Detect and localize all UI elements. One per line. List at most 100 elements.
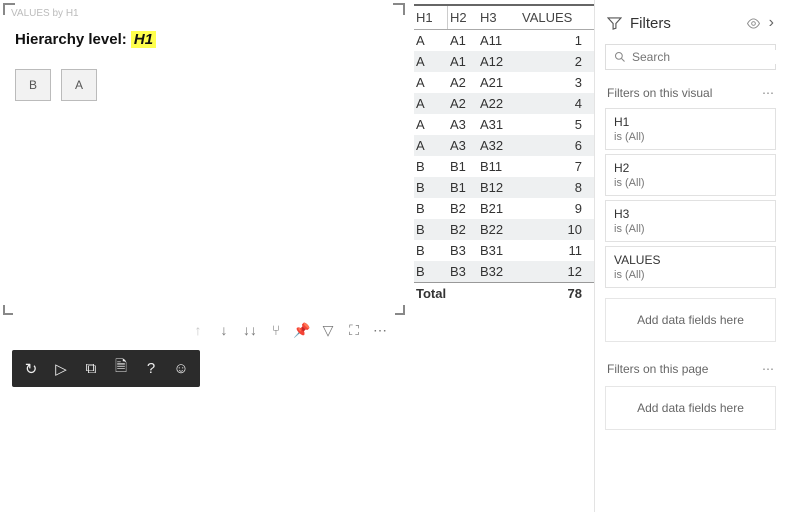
cell-h3: A21 xyxy=(478,72,514,93)
copy-icon[interactable]: ⧉ xyxy=(82,360,100,377)
col-header-h1[interactable]: H1 xyxy=(414,6,448,29)
table-row[interactable]: BB1B128 xyxy=(414,177,594,198)
cell-h1: B xyxy=(414,261,448,282)
help-icon[interactable]: ? xyxy=(142,360,160,377)
table-row[interactable]: AA1A111 xyxy=(414,30,594,51)
cell-h2: A2 xyxy=(448,72,478,93)
cell-h3: A32 xyxy=(478,135,514,156)
cell-h1: B xyxy=(414,240,448,261)
filter-field-state: is (All) xyxy=(614,131,767,143)
cell-h3: B11 xyxy=(478,156,514,177)
filter-card-h3[interactable]: H3 is (All) xyxy=(605,200,776,242)
drill-up-icon: ↑ xyxy=(190,322,206,338)
cell-h2: B1 xyxy=(448,156,478,177)
filters-on-visual-label: Filters on this visual xyxy=(607,86,712,100)
table-row[interactable]: BB1B117 xyxy=(414,156,594,177)
play-icon[interactable]: ▷ xyxy=(52,360,70,378)
pin-icon[interactable]: 📌 xyxy=(294,322,310,338)
table-row[interactable]: BB3B3111 xyxy=(414,240,594,261)
cell-h1: A xyxy=(414,51,448,72)
hierarchy-level-label: Hierarchy level: xyxy=(15,31,131,48)
cell-h1: A xyxy=(414,30,448,51)
col-header-values[interactable]: VALUES xyxy=(514,6,594,29)
table-row[interactable]: AA3A326 xyxy=(414,135,594,156)
table-row[interactable]: AA2A224 xyxy=(414,93,594,114)
slicer-buttons: BA xyxy=(15,69,393,101)
slicer-button-b[interactable]: B xyxy=(15,69,51,101)
cell-h1: A xyxy=(414,114,448,135)
floating-toolbar: ↻ ▷ ⧉ 🗎? ☺ xyxy=(12,350,200,387)
visual-container[interactable]: VALUES by H1 Hierarchy level: H1 BA xyxy=(4,4,404,314)
fork-icon[interactable]: ⑂ xyxy=(268,322,284,338)
cell-value: 11 xyxy=(514,240,594,261)
cell-value: 2 xyxy=(514,51,594,72)
filter-field-name: H3 xyxy=(614,207,767,221)
cell-h2: A1 xyxy=(448,30,478,51)
cell-h2: B1 xyxy=(448,177,478,198)
filter-field-name: H1 xyxy=(614,115,767,129)
cell-h1: A xyxy=(414,135,448,156)
refresh-icon[interactable]: ↻ xyxy=(22,360,40,378)
cell-h3: A31 xyxy=(478,114,514,135)
filter-field-name: H2 xyxy=(614,161,767,175)
table-row[interactable]: BB2B219 xyxy=(414,198,594,219)
eye-icon[interactable] xyxy=(746,18,761,29)
new-page-icon[interactable]: 🗎 xyxy=(112,356,130,381)
data-table: H1 H2 H3 VALUES AA1A111AA1A122AA2A213AA2… xyxy=(414,4,594,304)
filter-field-state: is (All) xyxy=(614,269,767,281)
cell-h3: B22 xyxy=(478,219,514,240)
cell-h2: A3 xyxy=(448,114,478,135)
cell-h2: B3 xyxy=(448,240,478,261)
section-more-icon[interactable]: ⋯ xyxy=(762,86,774,100)
table-row[interactable]: AA3A315 xyxy=(414,114,594,135)
filter-field-state: is (All) xyxy=(614,177,767,189)
search-icon xyxy=(614,51,626,63)
cell-h3: A22 xyxy=(478,93,514,114)
col-header-h3[interactable]: H3 xyxy=(478,6,514,29)
table-row[interactable]: BB2B2210 xyxy=(414,219,594,240)
cell-h2: B2 xyxy=(448,219,478,240)
filters-search[interactable] xyxy=(605,44,776,70)
cell-h2: A3 xyxy=(448,135,478,156)
visual-toolbar: ↑↓↓↓⑂📌▽⛶⋯ xyxy=(190,322,388,338)
table-row[interactable]: BB3B3212 xyxy=(414,261,594,282)
total-value: 78 xyxy=(514,283,594,304)
cell-h1: B xyxy=(414,156,448,177)
cell-h1: A xyxy=(414,93,448,114)
cell-h3: A11 xyxy=(478,30,514,51)
cell-h2: B3 xyxy=(448,261,478,282)
cell-value: 1 xyxy=(514,30,594,51)
cell-h1: B xyxy=(414,177,448,198)
filter-card-h2[interactable]: H2 is (All) xyxy=(605,154,776,196)
page-filter-drop-target[interactable]: Add data fields here xyxy=(605,386,776,430)
collapse-pane-icon[interactable]: › xyxy=(769,14,774,32)
filter-field-state: is (All) xyxy=(614,223,767,235)
visual-title: VALUES by H1 xyxy=(11,8,79,19)
table-row[interactable]: AA1A122 xyxy=(414,51,594,72)
smiley-icon[interactable]: ☺ xyxy=(172,360,190,377)
cell-value: 7 xyxy=(514,156,594,177)
filter-icon[interactable]: ▽ xyxy=(320,322,336,338)
cell-h3: B32 xyxy=(478,261,514,282)
cell-h2: B2 xyxy=(448,198,478,219)
cell-value: 8 xyxy=(514,177,594,198)
table-row[interactable]: AA2A213 xyxy=(414,72,594,93)
slicer-button-a[interactable]: A xyxy=(61,69,97,101)
more-options-icon[interactable]: ⋯ xyxy=(372,322,388,338)
cell-h1: B xyxy=(414,219,448,240)
cell-h2: A1 xyxy=(448,51,478,72)
expand-down-icon[interactable]: ↓↓ xyxy=(242,322,258,338)
cell-value: 9 xyxy=(514,198,594,219)
filters-search-input[interactable] xyxy=(632,50,786,64)
cell-value: 10 xyxy=(514,219,594,240)
drill-down-icon[interactable]: ↓ xyxy=(216,322,232,338)
col-header-h2[interactable]: H2 xyxy=(448,6,478,29)
filter-card-h1[interactable]: H1 is (All) xyxy=(605,108,776,150)
visual-filter-drop-target[interactable]: Add data fields here xyxy=(605,298,776,342)
focus-mode-icon[interactable]: ⛶ xyxy=(346,322,362,338)
cell-value: 4 xyxy=(514,93,594,114)
cell-h3: A12 xyxy=(478,51,514,72)
filters-pane: Filters › Filters on this visual ⋯ H1is … xyxy=(594,0,786,512)
filter-card-values[interactable]: VALUESis (All) xyxy=(605,246,776,288)
section-more-icon[interactable]: ⋯ xyxy=(762,362,774,376)
